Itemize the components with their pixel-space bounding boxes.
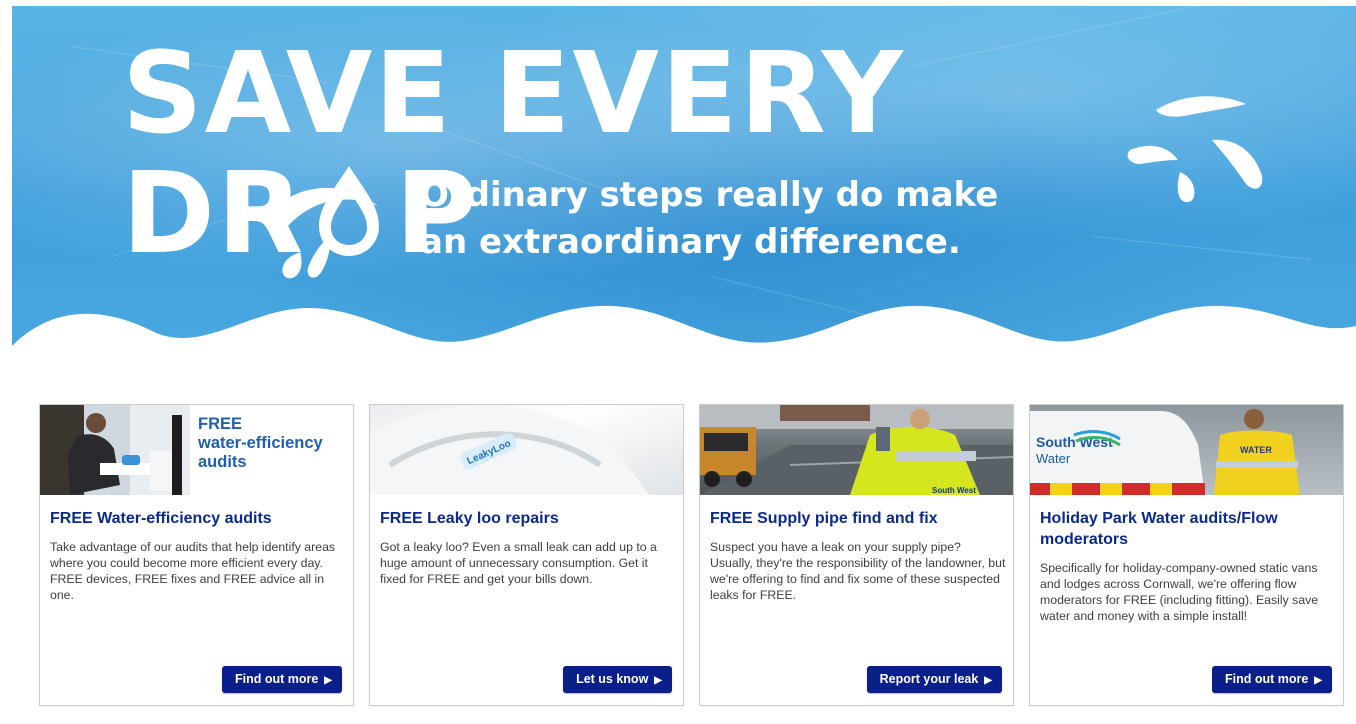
svg-text:Water: Water: [1036, 451, 1071, 466]
south-west-logo: South West: [932, 486, 976, 495]
hero-subtitle-line-2: an extraordinary difference.: [420, 222, 961, 262]
card-image: FREE water-efficiency audits: [40, 405, 353, 495]
splash-icon: [1127, 96, 1263, 203]
find-out-more-button[interactable]: Find out more ▶: [221, 666, 342, 693]
card-description: Got a leaky loo? Even a small leak can a…: [380, 540, 657, 586]
card-image: LeakyLoo: [370, 405, 683, 495]
card-description: Specifically for holiday-company-owned s…: [1040, 561, 1319, 623]
page: SAVE EVERY DR P Ordinary steps really do …: [0, 0, 1356, 724]
play-arrow-icon: ▶: [654, 675, 662, 686]
card-supply-pipe-find-and-fix: South West FREE Supply pipe find and fix…: [699, 404, 1014, 706]
hero-subtitle-line-1: Ordinary steps really do make: [420, 175, 999, 215]
card-title: FREE Supply pipe find and fix: [710, 510, 938, 527]
card-description: Suspect you have a leak on your supply p…: [710, 540, 1006, 602]
let-us-know-button[interactable]: Let us know ▶: [563, 666, 672, 693]
play-arrow-icon: ▶: [984, 675, 992, 686]
card-description: Take advantage of our audits that help i…: [50, 540, 336, 602]
card-image: South West Water WATER: [1030, 405, 1343, 495]
card-water-efficiency-audits: FREE water-efficiency audits FREE Water-…: [39, 404, 354, 706]
south-west-water-logo: South West: [1036, 434, 1113, 450]
report-your-leak-button[interactable]: Report your leak ▶: [866, 666, 1002, 693]
card-image-caption: FREE water-efficiency audits: [198, 415, 323, 471]
card-title: FREE Water-efficiency audits: [50, 510, 272, 527]
svg-text:WATER: WATER: [1240, 445, 1272, 455]
card-list: FREE water-efficiency audits FREE Water-…: [39, 404, 1345, 707]
wave-divider: [12, 305, 1356, 356]
hero-subtitle: Ordinary steps really do make an extraor…: [420, 172, 1040, 266]
splash-icon: [267, 187, 378, 279]
card-title: Holiday Park Water audits/Flow moderator…: [1040, 510, 1278, 548]
play-arrow-icon: ▶: [324, 675, 332, 686]
play-arrow-icon: ▶: [1314, 675, 1322, 686]
hero-banner: SAVE EVERY DR P Ordinary steps really do …: [12, 6, 1356, 356]
card-leaky-loo-repairs: LeakyLoo FREE Leaky loo repairs Got a le…: [369, 404, 684, 706]
card-holiday-park-water-audits: South West Water WATER Holiday Park Wate…: [1029, 404, 1344, 706]
card-image: South West: [700, 405, 1013, 495]
find-out-more-button[interactable]: Find out more ▶: [1211, 666, 1332, 693]
card-title: FREE Leaky loo repairs: [380, 510, 559, 527]
